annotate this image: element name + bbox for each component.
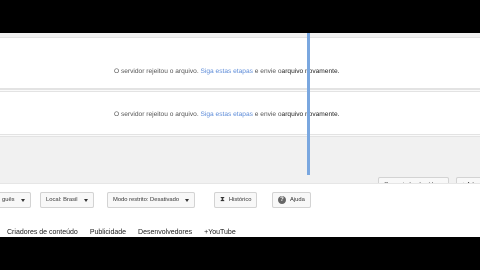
footer-link-creators[interactable]: Criadores de conteúdo	[7, 229, 78, 236]
footer: guês Local: Brasil Modo restrito: Desati…	[0, 183, 480, 237]
restricted-mode-label: Modo restrito: Desativado	[113, 197, 180, 203]
caret-down-icon	[20, 198, 25, 202]
help-button[interactable]: ? Ajuda	[272, 192, 311, 208]
footer-links: Criadores de conteúdo Publicidade Desenv…	[7, 229, 236, 236]
history-label: Histórico	[228, 197, 252, 203]
drag-selection-frame	[0, 33, 310, 178]
hourglass-icon: ⧗	[220, 196, 225, 203]
footer-link-developers[interactable]: Desenvolvedores	[138, 229, 192, 236]
footer-link-youtube-plus[interactable]: +YouTube	[204, 229, 236, 236]
upload-panel: O servidor rejeitou o arquivo. Siga esta…	[0, 33, 480, 178]
page-viewport: O servidor rejeitou o arquivo. Siga esta…	[0, 33, 480, 237]
restricted-mode-button[interactable]: Modo restrito: Desativado	[107, 192, 196, 208]
help-circle-icon: ?	[278, 196, 286, 204]
caret-down-icon	[83, 198, 88, 202]
caret-down-icon	[185, 198, 190, 202]
language-label: guês	[2, 197, 15, 203]
footer-link-advertising[interactable]: Publicidade	[90, 229, 126, 236]
location-label: Local: Brasil	[46, 197, 78, 203]
location-button[interactable]: Local: Brasil	[40, 192, 94, 208]
language-button[interactable]: guês	[0, 192, 31, 208]
history-button[interactable]: ⧗ Histórico	[214, 192, 258, 208]
help-label: Ajuda	[290, 197, 305, 203]
